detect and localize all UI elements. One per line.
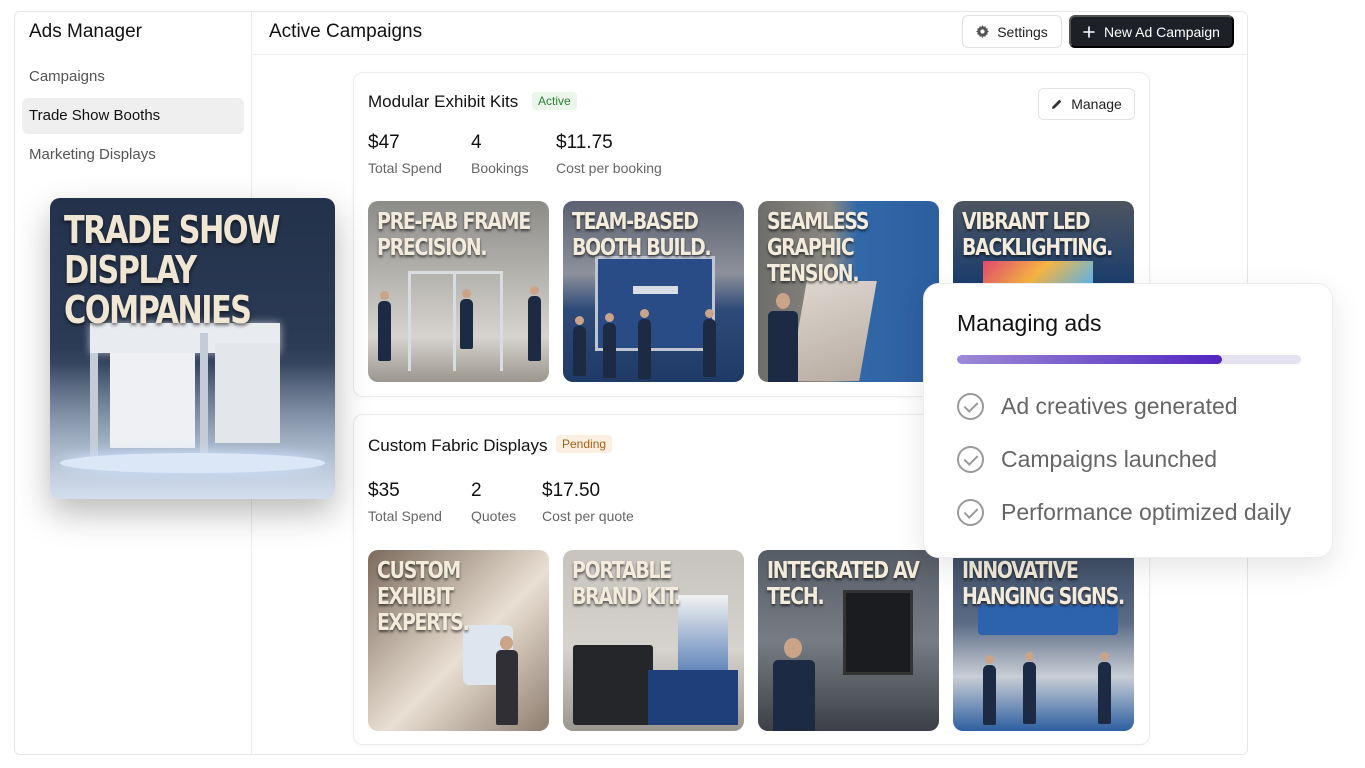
new-ad-campaign-label: New Ad Campaign <box>1104 23 1220 40</box>
ad-creative-caption: INTEGRATED AV TECH. <box>767 558 920 610</box>
step-label: Campaigns launched <box>1001 445 1218 472</box>
metric-value: $47 <box>368 132 400 153</box>
ad-creative-image[interactable]: PORTABLE BRAND KIT. <box>563 550 744 731</box>
settings-label: Settings <box>997 23 1048 40</box>
metric-label: Total Spend <box>368 508 442 524</box>
pencil-icon <box>1052 99 1062 109</box>
metric-cost-per-booking: $11.75 Cost per booking <box>556 132 662 176</box>
ad-creative-image[interactable]: PRE-FAB FRAME PRECISION. <box>368 201 549 382</box>
check-circle-icon <box>957 498 984 526</box>
app-title: Ads Manager <box>29 21 143 42</box>
metric-value: 2 <box>471 480 482 501</box>
ad-creative-caption: PORTABLE BRAND KIT. <box>572 558 681 610</box>
campaign-title: Modular Exhibit Kits <box>368 92 519 111</box>
settings-button[interactable]: Settings <box>962 15 1062 48</box>
status-badge: Pending <box>556 435 613 453</box>
manage-label: Manage <box>1071 96 1122 112</box>
metric-bookings: 4 Bookings <box>471 132 529 176</box>
metric-value: $35 <box>368 480 400 501</box>
step-label: Performance optimized daily <box>1001 498 1292 525</box>
metric-total-spend: $47 Total Spend <box>368 132 442 176</box>
ad-creative-caption: PRE-FAB FRAME PRECISION. <box>377 209 531 261</box>
sidebar-item-trade-show-booths[interactable]: Trade Show Booths <box>22 98 244 134</box>
step-item: Ad creatives generated <box>957 391 1238 421</box>
check-circle-icon <box>957 445 984 473</box>
ad-creative-image[interactable]: CUSTOM EXHIBIT EXPERTS. <box>368 550 549 731</box>
ad-creative-image[interactable]: SEAMLESS GRAPHIC TENSION. <box>758 201 939 382</box>
campaign-title: Custom Fabric Displays <box>368 436 548 455</box>
ad-creative-image[interactable]: TEAM-BASED BOOTH BUILD. <box>563 201 744 382</box>
hero-caption: TRADE SHOW DISPLAY COMPANIES <box>64 208 281 332</box>
ad-creative-image[interactable]: INTEGRATED AV TECH. <box>758 550 939 731</box>
ad-creative-caption: TEAM-BASED BOOTH BUILD. <box>572 209 712 261</box>
metric-total-spend: $35 Total Spend <box>368 480 442 524</box>
ad-creative-caption: CUSTOM EXHIBIT EXPERTS. <box>377 558 470 636</box>
metric-quotes: 2 Quotes <box>471 480 516 524</box>
metric-value: $17.50 <box>542 480 601 501</box>
ad-creative-image[interactable]: INNOVATIVE HANGING SIGNS. <box>953 550 1134 731</box>
check-circle-icon <box>957 392 984 420</box>
sidebar-item-campaigns[interactable]: Campaigns <box>22 59 244 95</box>
managing-ads-panel: Managing ads Ad creatives generated Camp… <box>923 283 1333 558</box>
step-item: Campaigns launched <box>957 444 1217 474</box>
gear-icon <box>976 25 990 38</box>
ad-creative-caption: SEAMLESS GRAPHIC TENSION. <box>767 209 869 287</box>
metric-label: Total Spend <box>368 160 442 176</box>
new-ad-campaign-button[interactable]: New Ad Campaign <box>1069 15 1234 48</box>
progress-fill <box>957 355 1222 364</box>
metric-value: $11.75 <box>556 132 613 153</box>
ad-creative-caption: INNOVATIVE HANGING SIGNS. <box>962 558 1125 610</box>
metric-label: Quotes <box>471 508 517 524</box>
progress-bar <box>957 355 1301 364</box>
metric-cost-per-quote: $17.50 Cost per quote <box>542 480 634 524</box>
hero-creative-image: TRADE SHOW DISPLAY COMPANIES <box>50 198 335 499</box>
step-item: Performance optimized daily <box>957 497 1291 527</box>
sidebar-item-marketing-displays[interactable]: Marketing Displays <box>22 137 244 173</box>
status-badge: Active <box>532 92 577 110</box>
manage-button[interactable]: Manage <box>1038 88 1135 120</box>
metric-label: Cost per quote <box>542 508 634 524</box>
panel-title: Managing ads <box>957 310 1102 336</box>
page-title: Active Campaigns <box>269 21 423 42</box>
metric-label: Bookings <box>471 160 529 176</box>
ad-creative-caption: VIBRANT LED BACKLIGHTING. <box>962 209 1113 261</box>
metric-value: 4 <box>471 132 482 153</box>
plus-icon <box>1083 25 1095 38</box>
top-bar: Active Campaigns Settings New Ad Campaig… <box>253 12 1247 55</box>
metric-label: Cost per booking <box>556 160 662 176</box>
step-label: Ad creatives generated <box>1001 392 1238 419</box>
